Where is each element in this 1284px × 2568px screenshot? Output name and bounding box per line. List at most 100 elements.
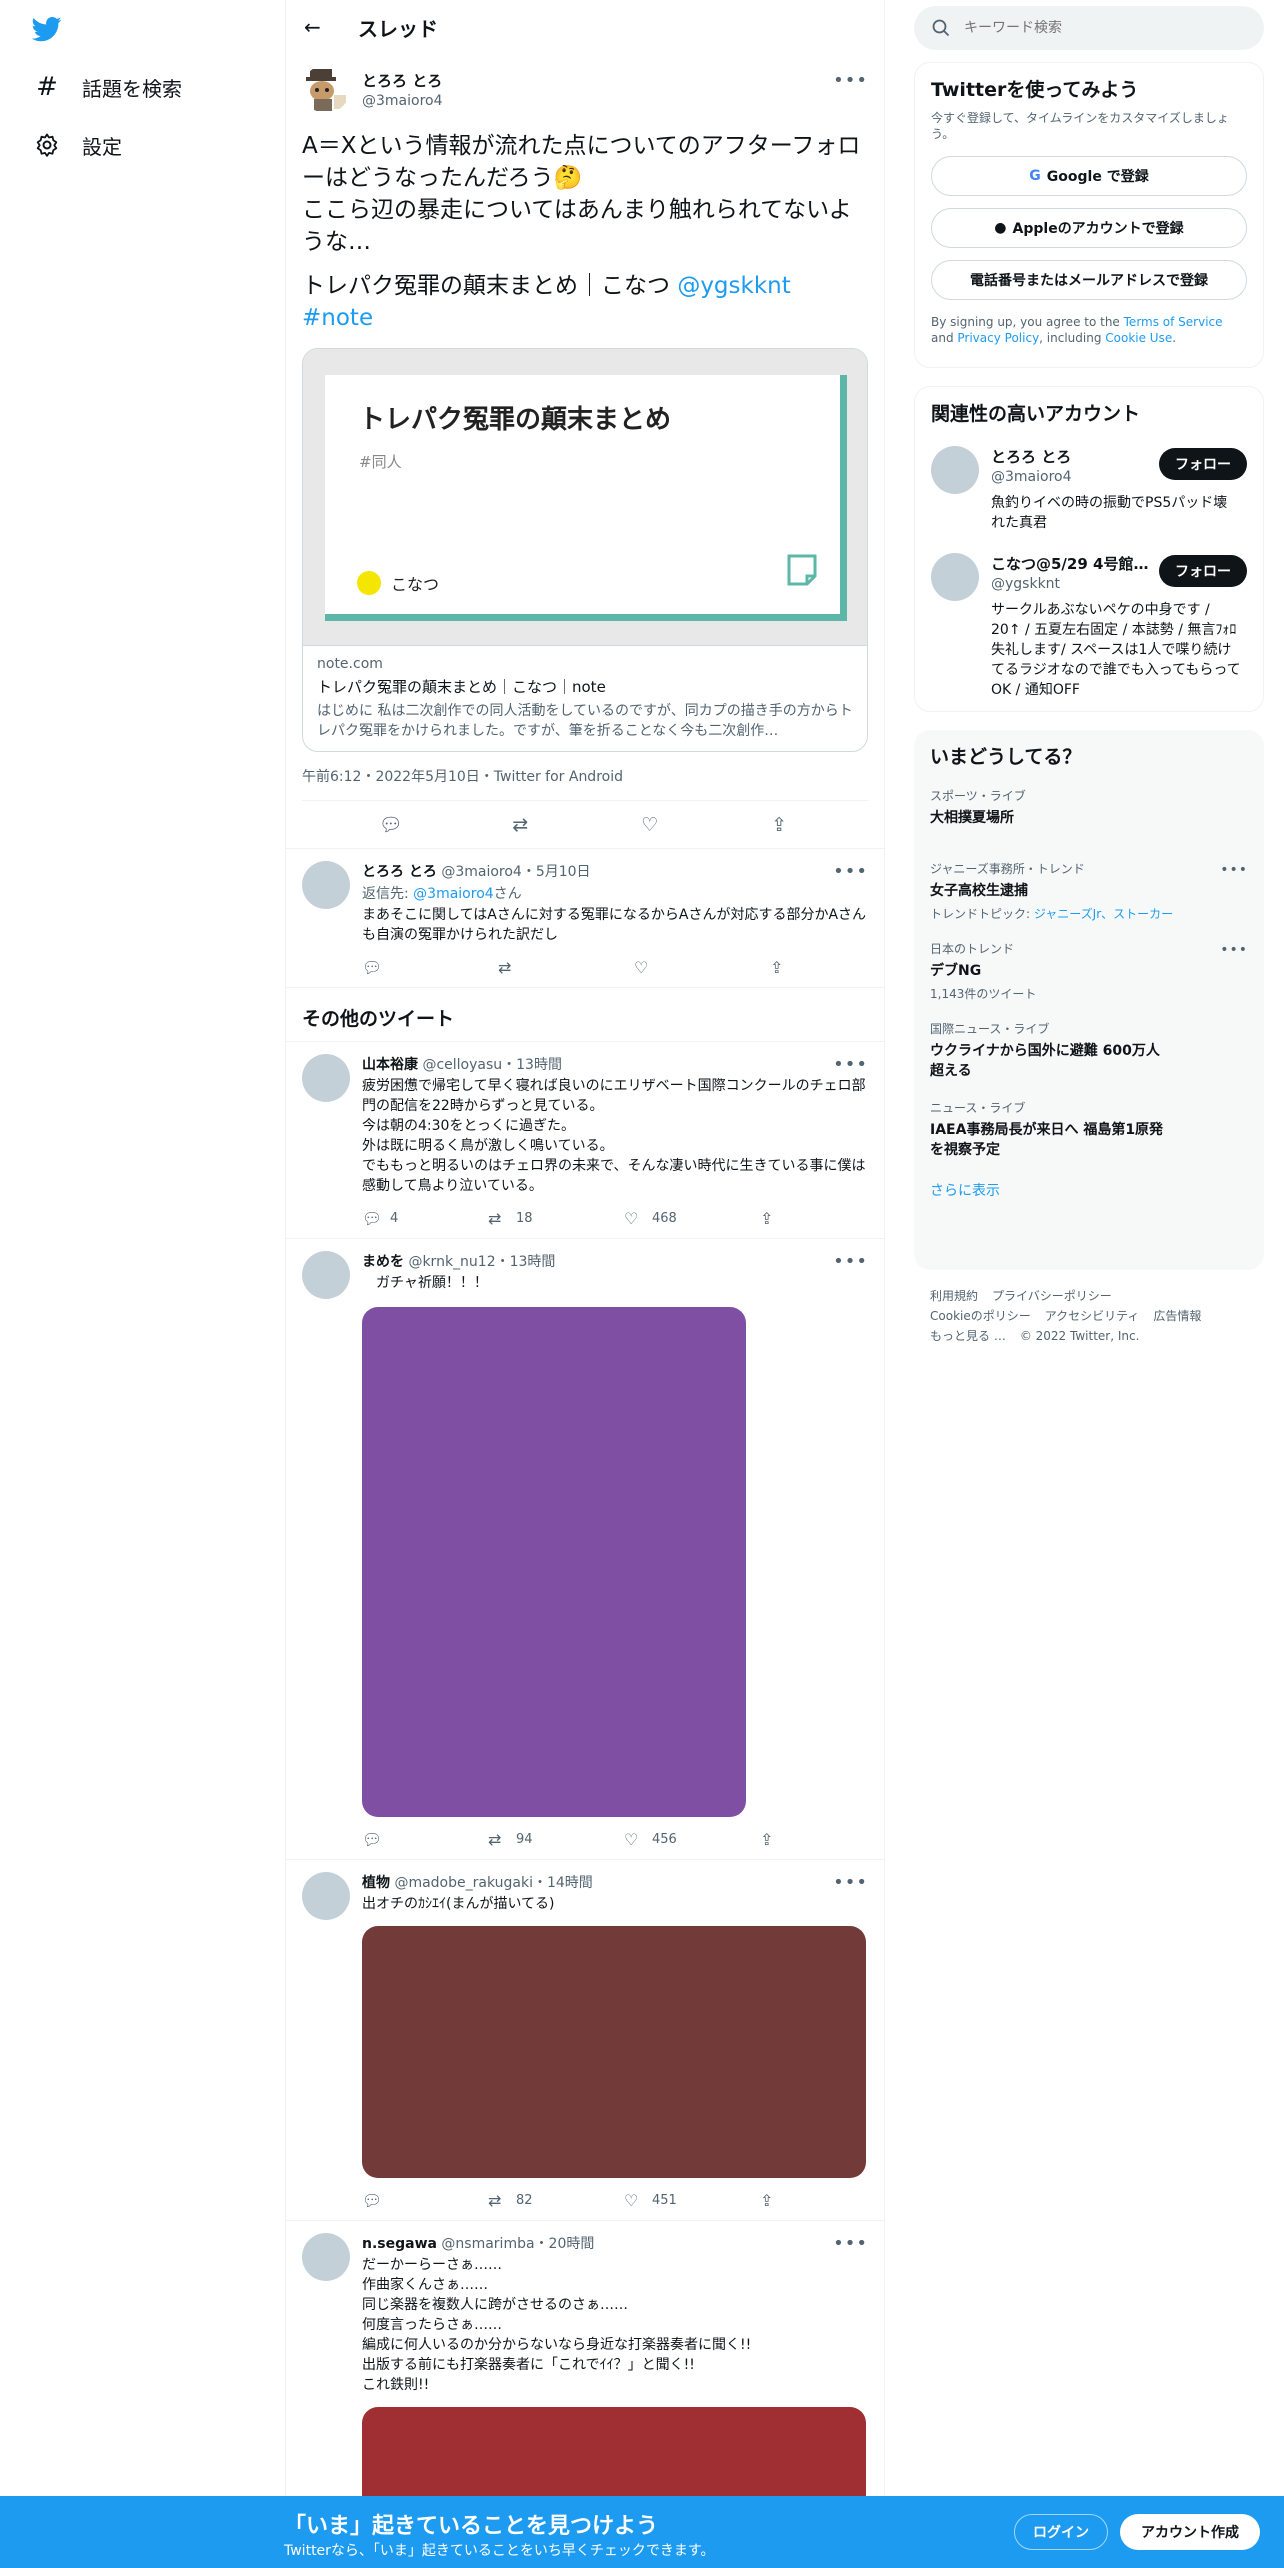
tweet-author-name[interactable]: まめを bbox=[362, 1254, 404, 1270]
cookie-link[interactable]: Cookie Use bbox=[1105, 331, 1172, 345]
reply-action[interactable]: 💬︎ bbox=[362, 2191, 488, 2210]
tweet-author-name[interactable]: n.segawa bbox=[362, 2236, 437, 2252]
footer-cookie-link[interactable]: Cookieのポリシー bbox=[930, 1309, 1031, 1323]
avatar[interactable] bbox=[931, 446, 979, 494]
show-more-link[interactable]: さらに表示 bbox=[914, 1168, 1264, 1216]
reply-action[interactable]: 💬︎ bbox=[362, 1830, 488, 1849]
retweet-action[interactable]: ⇄ bbox=[498, 958, 634, 977]
account-item[interactable]: とろろ とろ @3maioro4 魚釣りイベの時の振動でPS5パッド壊れた真君 … bbox=[915, 436, 1263, 543]
hashtag-link[interactable]: #note bbox=[302, 305, 373, 331]
like-action[interactable]: ♡ bbox=[634, 958, 770, 977]
avatar[interactable] bbox=[302, 861, 350, 909]
card-description: はじめに 私は二次創作での同人活動をしているのですが、同カプの描き手の方からトレ… bbox=[317, 703, 853, 739]
tweet-author-name[interactable]: 山本裕康 bbox=[362, 1057, 418, 1073]
footer-ads-link[interactable]: 広告情報 bbox=[1153, 1309, 1201, 1323]
retweet-action[interactable]: ⇄ 94 bbox=[488, 1830, 624, 1849]
more-icon[interactable]: ••• bbox=[833, 861, 868, 882]
tweet-handle-time: @krnk_nu12・13時間 bbox=[408, 1254, 556, 1270]
avatar[interactable] bbox=[302, 1054, 350, 1102]
nav-settings[interactable]: 設定 bbox=[34, 121, 122, 169]
login-button[interactable]: ログイン bbox=[1014, 2514, 1108, 2550]
more-icon[interactable]: ••• bbox=[833, 1054, 868, 1075]
more-icon[interactable]: ••• bbox=[833, 1251, 868, 1272]
like-icon: ♡ bbox=[624, 1208, 639, 1228]
tweet-media-image[interactable] bbox=[362, 1926, 866, 2178]
share-icon[interactable]: ⇪ bbox=[759, 814, 799, 836]
trend-item[interactable]: 日本のトレンド デブNG 1,143件のツイート ••• bbox=[914, 930, 1264, 1010]
search-input[interactable] bbox=[964, 20, 1244, 36]
more-icon[interactable]: ••• bbox=[1220, 862, 1248, 878]
reply-tweet[interactable]: とろろ とろ @3maioro4・5月10日 返信先: @3maioro4さん … bbox=[286, 849, 884, 988]
retweet-icon: ⇄ bbox=[488, 1829, 502, 1849]
account-item[interactable]: こなつ@5/29 4号館L… @ygskknt サークルあぶないペケの中身です … bbox=[915, 543, 1263, 710]
more-icon[interactable]: ••• bbox=[833, 2233, 868, 2254]
like-action[interactable]: ♡ 456 bbox=[624, 1830, 760, 1849]
reply-icon[interactable]: 💬︎ bbox=[371, 813, 411, 836]
card-image-author-name: こなつ bbox=[391, 575, 440, 594]
trend-topic-link[interactable]: ジャニーズJr、ストーカー bbox=[1034, 907, 1173, 921]
tweet-header: n.segawa @nsmarimba・20時間 bbox=[362, 2233, 868, 2253]
reply-action[interactable]: 💬︎ 4 bbox=[362, 1209, 488, 1228]
google-signup-button[interactable]: G Google で登録 bbox=[931, 156, 1247, 196]
follow-button[interactable]: フォロー bbox=[1159, 555, 1247, 587]
share-action[interactable]: ⇪ bbox=[760, 2191, 780, 2210]
trend-item[interactable]: スポーツ・ライブ 大相撲夏場所 bbox=[914, 777, 1264, 836]
privacy-link[interactable]: Privacy Policy bbox=[957, 331, 1039, 345]
main-tweet-timestamp[interactable]: 午前6:12・2022年5月10日・Twitter for Android bbox=[302, 766, 868, 801]
avatar[interactable] bbox=[302, 1872, 350, 1920]
retweet-icon[interactable]: ⇄ bbox=[500, 814, 540, 836]
follow-button[interactable]: フォロー bbox=[1159, 448, 1247, 480]
tweet-handle-time: @celloyasu・13時間 bbox=[422, 1057, 562, 1073]
share-action[interactable]: ⇪ bbox=[760, 1830, 780, 1849]
reply-to-link[interactable]: @3maioro4 bbox=[413, 886, 494, 902]
trend-name: デブNG bbox=[930, 963, 982, 979]
list-item[interactable]: 植物 @madobe_rakugaki・14時間 出オチのｶｼｴｲ(まんが描いて… bbox=[286, 1860, 884, 2221]
more-icon[interactable]: ••• bbox=[833, 1872, 868, 1893]
avatar[interactable] bbox=[931, 553, 979, 601]
mention-link[interactable]: @ygskknt bbox=[677, 273, 790, 299]
tweet-header: 山本裕康 @celloyasu・13時間 bbox=[362, 1054, 868, 1074]
trend-item[interactable]: ニュース・ライブ IAEA事務局長が来日へ 福島第1原発を視察予定 bbox=[914, 1089, 1264, 1168]
avatar[interactable] bbox=[302, 1251, 350, 1299]
tweet-author-name[interactable]: とろろ とろ bbox=[362, 864, 437, 880]
google-icon: G bbox=[1029, 168, 1041, 184]
phone-email-signup-button[interactable]: 電話番号またはメールアドレスで登録 bbox=[931, 260, 1247, 300]
tweet-media-image[interactable] bbox=[362, 1307, 746, 1817]
back-arrow-icon[interactable]: ← bbox=[304, 15, 332, 39]
footer-terms-link[interactable]: 利用規約 bbox=[930, 1289, 978, 1303]
apple-signup-button[interactable]: ● Appleのアカウントで登録 bbox=[931, 208, 1247, 248]
like-icon[interactable]: ♡ bbox=[630, 814, 670, 836]
trend-item[interactable]: 国際ニュース・ライブ ウクライナから国外に避難 600万人超える bbox=[914, 1010, 1264, 1089]
main-tweet: とろろ とろ @3maioro4 ••• A＝Xという情報が流れた点についてのア… bbox=[286, 54, 884, 849]
footer-more-link[interactable]: もっと見る … bbox=[930, 1329, 1006, 1343]
list-item[interactable]: まめを @krnk_nu12・13時間 ガチャ祈願！！！ 💬︎ ⇄ 94 ♡ 456… bbox=[286, 1239, 884, 1860]
terms-and: and bbox=[931, 331, 958, 345]
footer-privacy-link[interactable]: プライバシーポリシー bbox=[992, 1289, 1112, 1303]
nav-explore[interactable]: # 話題を検索 bbox=[34, 63, 182, 111]
search-bar[interactable] bbox=[914, 6, 1264, 50]
avatar[interactable] bbox=[302, 2233, 350, 2281]
like-action[interactable]: ♡ 468 bbox=[624, 1209, 760, 1228]
twitter-logo-icon[interactable] bbox=[30, 14, 64, 44]
tweet-author-name[interactable]: 植物 bbox=[362, 1875, 390, 1891]
reply-action[interactable]: 💬︎ bbox=[362, 958, 498, 977]
share-action[interactable]: ⇪ bbox=[760, 1209, 780, 1228]
retweet-action[interactable]: ⇄ 18 bbox=[488, 1209, 624, 1228]
footer-accessibility-link[interactable]: アクセシビリティ bbox=[1045, 1309, 1140, 1323]
avatar[interactable] bbox=[302, 65, 350, 113]
more-icon[interactable]: ••• bbox=[833, 70, 868, 91]
trend-item[interactable]: ジャニーズ事務所・トレンド 女子高校生逮捕 トレンドトピック: ジャニーズJr、… bbox=[914, 850, 1264, 930]
trend-context: スポーツ・ライブ bbox=[930, 789, 1026, 803]
share-action[interactable]: ⇪ bbox=[770, 958, 790, 977]
signup-button[interactable]: アカウント作成 bbox=[1120, 2514, 1260, 2550]
main-tweet-user[interactable]: とろろ とろ @3maioro4 ••• bbox=[302, 64, 868, 114]
like-action[interactable]: ♡ 451 bbox=[624, 2191, 760, 2210]
phone-email-signup-label: 電話番号またはメールアドレスで登録 bbox=[970, 273, 1208, 289]
trends-title: いまどうしてる？ bbox=[930, 746, 1082, 768]
account-bio: サークルあぶないペケの中身です / 20↑ / 五夏左右固定 / 本誌勢 / 無… bbox=[991, 602, 1241, 698]
more-icon[interactable]: ••• bbox=[1220, 942, 1248, 958]
link-card[interactable]: トレパク冤罪の顛末まとめ #同人 こなつ note.com トレパク冤罪の顛末ま… bbox=[302, 348, 868, 752]
list-item[interactable]: 山本裕康 @celloyasu・13時間 疲労困憊で帰宅して早く寝れば良いのにエ… bbox=[286, 1042, 884, 1239]
terms-link[interactable]: Terms of Service bbox=[1124, 315, 1223, 329]
retweet-action[interactable]: ⇄ 82 bbox=[488, 2191, 624, 2210]
